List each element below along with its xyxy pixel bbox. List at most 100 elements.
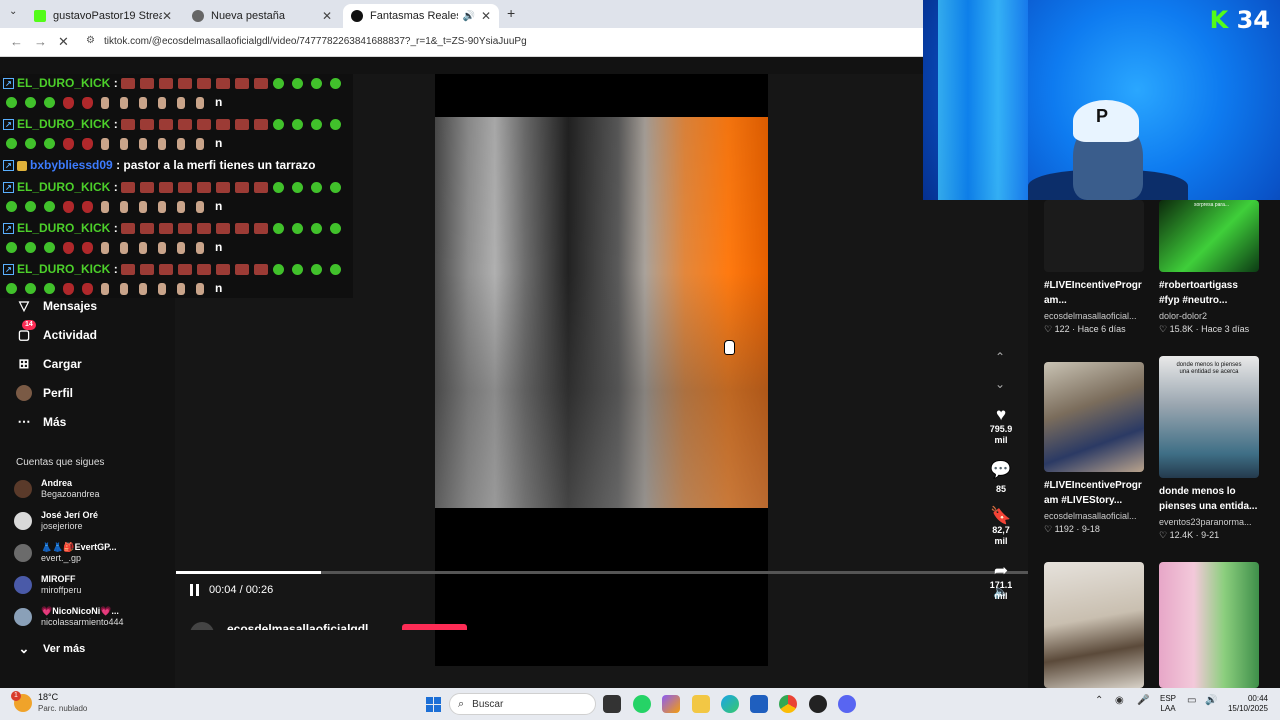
following-account[interactable]: MIROFF miroffperu: [14, 574, 81, 596]
video-time: 00:04 / 00:26: [209, 584, 274, 596]
like-count: 795.9: [989, 424, 1013, 434]
chrome-icon[interactable]: [779, 695, 797, 713]
discord-icon[interactable]: [838, 695, 856, 713]
account-handle: miroffperu: [41, 585, 82, 595]
comment-button[interactable]: 💬 85: [976, 461, 1026, 495]
obs-icon[interactable]: [809, 695, 827, 713]
video-card[interactable]: #LIVEIncentiveProgr am... ecosdelmasalla…: [1044, 200, 1144, 336]
emote-icon: [25, 97, 36, 109]
store-icon[interactable]: [750, 695, 768, 713]
follow-button[interactable]: [402, 624, 467, 630]
following-account[interactable]: Andrea Begazoandrea: [14, 478, 100, 500]
video-content[interactable]: [435, 117, 768, 508]
emote-icon: [235, 182, 250, 194]
copilot-icon[interactable]: [662, 695, 680, 713]
card-author: ecosdelmasallaoficial...: [1044, 511, 1137, 521]
tab-list-icon[interactable]: ⌄: [9, 6, 17, 17]
sidebar-item-more[interactable]: ⋯ Más: [16, 414, 67, 430]
emote-icon: [196, 200, 204, 213]
windows-start-icon[interactable]: [426, 697, 441, 712]
system-clock[interactable]: 00:44 15/10/2025: [1223, 694, 1268, 714]
emote-icon: [139, 200, 147, 213]
emote-icon: [330, 119, 342, 131]
new-tab-icon[interactable]: +: [507, 5, 515, 21]
emote-icon: [197, 182, 212, 194]
taskbar-search[interactable]: ⌕ Buscar: [449, 693, 596, 715]
video-progress-bar[interactable]: [176, 571, 1028, 574]
forward-icon[interactable]: →: [34, 34, 47, 49]
emote-icon: [273, 119, 285, 131]
microphone-icon[interactable]: 🎤: [1137, 695, 1149, 706]
video-card[interactable]: sorpresa para... #robertoartigass #fyp #…: [1159, 200, 1259, 336]
task-view-icon[interactable]: [603, 695, 621, 713]
emote-row: [121, 76, 349, 90]
card-author: dolor-dolor2: [1159, 311, 1208, 321]
keyboard-layout: LAA: [1160, 704, 1176, 713]
speaker-icon[interactable]: 🔊: [462, 11, 474, 22]
weather-widget[interactable]: 1 18°C Parc. nublado: [11, 691, 87, 714]
share-icon: ➦: [993, 561, 1009, 580]
sidebar-item-profile[interactable]: Perfil: [16, 385, 73, 401]
close-tab-icon[interactable]: ✕: [481, 9, 491, 23]
back-icon[interactable]: ←: [10, 34, 23, 49]
sidebar-item-messages[interactable]: ▽ Mensajes: [16, 298, 97, 314]
chat-trail: n: [215, 240, 223, 254]
emote-icon: [311, 182, 323, 194]
language-indicator[interactable]: ESP LAA: [1160, 694, 1176, 714]
emote-icon: [311, 78, 323, 90]
previous-video-icon[interactable]: ⌃: [995, 350, 1005, 364]
emote-icon: [139, 96, 147, 109]
following-account[interactable]: 👗👗🎒EvertGP... evert._.gp: [14, 542, 116, 564]
emote-icon: [159, 223, 174, 235]
tiktok-favicon-icon: [351, 10, 363, 22]
chat-username: bxbybliessd09: [30, 158, 113, 172]
next-video-icon[interactable]: ⌄: [995, 377, 1005, 391]
author-avatar[interactable]: [190, 622, 214, 630]
tray-app-icon[interactable]: ◉: [1115, 695, 1124, 706]
emote-icon: [6, 283, 17, 295]
volume-tray-icon[interactable]: 🔊: [1205, 695, 1217, 706]
video-card[interactable]: [1044, 562, 1144, 688]
kick-logo-letter: K: [1209, 6, 1229, 34]
author-name[interactable]: ecosdelmasallaoficialgdl: [227, 622, 368, 630]
see-more-link[interactable]: ⌄ Ver más: [16, 641, 86, 657]
sidebar-item-activity[interactable]: ▢ 14 Actividad: [16, 320, 97, 343]
tray-chevron-icon[interactable]: ⌃: [1095, 695, 1103, 706]
tab-label: Nueva pestaña: [211, 10, 285, 22]
site-info-icon[interactable]: ⚙: [86, 35, 95, 46]
save-button[interactable]: 🔖 82,7 mil: [976, 507, 1026, 547]
emote-icon: [330, 223, 342, 235]
tab-kick-stream[interactable]: gustavoPastor19 Stream - Watc ✕: [26, 4, 180, 28]
chat-separator: :: [113, 262, 118, 276]
card-stats: ♡ 1192 · 9-18: [1044, 524, 1100, 534]
pause-icon[interactable]: [190, 584, 199, 596]
file-explorer-icon[interactable]: [692, 695, 710, 713]
avatar: [14, 576, 32, 594]
video-card[interactable]: #LIVEIncentiveProgr am #LIVEStory... eco…: [1044, 362, 1144, 536]
following-account[interactable]: 💗NicoNicoNi💗... nicolassarmiento444: [14, 606, 124, 628]
emote-icon: [292, 182, 304, 194]
recommendations-grid: #LIVEIncentiveProgr am... ecosdelmasalla…: [1028, 200, 1280, 688]
emote-icon: [63, 200, 74, 213]
whatsapp-icon[interactable]: [633, 695, 651, 713]
badge-icon: ↗: [3, 264, 14, 276]
like-button[interactable]: ♥ 795.9 mil: [976, 406, 1026, 446]
tab-new-tab[interactable]: Nueva pestaña ✕: [184, 4, 340, 28]
sidebar-item-upload[interactable]: ⊞ Cargar: [16, 356, 82, 372]
close-tab-icon[interactable]: ✕: [322, 9, 332, 23]
following-account[interactable]: José Jerí Oré josejeriore: [14, 510, 98, 532]
url-field[interactable]: tiktok.com/@ecosdelmasallaoficialgdl/vid…: [104, 36, 527, 47]
emote-icon: [196, 241, 204, 254]
chat-emote-line: n: [6, 239, 222, 255]
emote-icon: [159, 78, 174, 90]
close-tab-icon[interactable]: ✕: [162, 9, 172, 23]
network-icon[interactable]: ▭: [1187, 695, 1196, 706]
share-button[interactable]: ➦ 171.1 mil: [976, 562, 1026, 602]
video-card[interactable]: donde menos lo pienses una entidad se ac…: [1159, 356, 1259, 542]
avatar: [14, 480, 32, 498]
edge-icon[interactable]: [721, 695, 739, 713]
stop-loading-icon[interactable]: ✕: [58, 34, 69, 50]
tab-tiktok[interactable]: Fantasmas Reales y Terror 5 🔊 ✕: [343, 4, 499, 28]
video-card[interactable]: [1159, 562, 1259, 688]
account-handle: josejeriore: [41, 521, 83, 531]
